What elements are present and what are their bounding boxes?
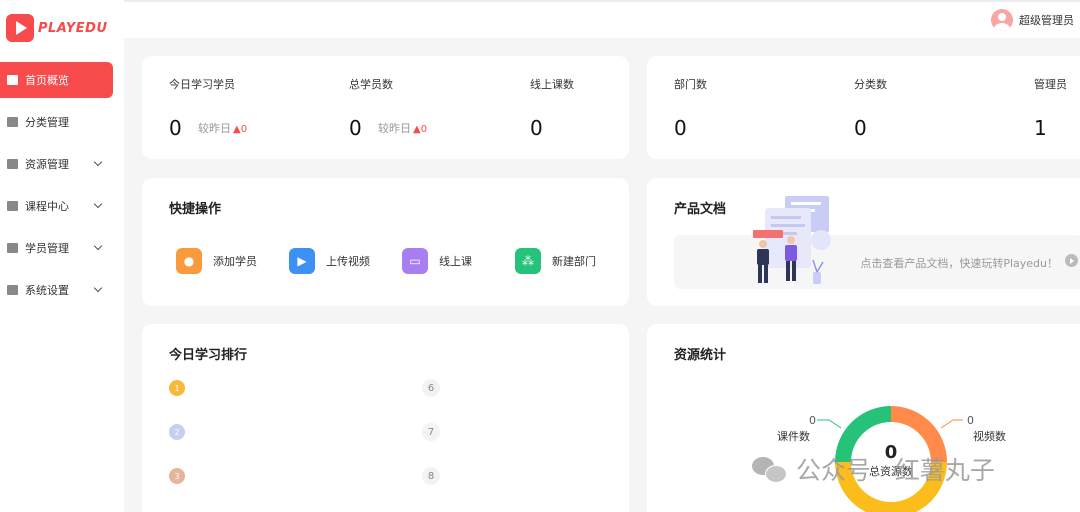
stat-label: 线上课数 — [530, 78, 574, 91]
stat-value: 0 — [854, 116, 867, 140]
sidebar-item-settings[interactable]: 系统设置 — [0, 272, 113, 308]
compare-label: 较昨日 — [378, 122, 411, 135]
logo[interactable]: PLAYEDU — [6, 14, 108, 42]
stat-admins: 管理员 1 — [1034, 76, 1067, 140]
stat-label: 总学员数 — [349, 78, 393, 91]
stats-card-learning: 今日学习学员 0 较昨日 ▲0 总学员数 0 较昨日 ▲0 线上课数 0 — [142, 56, 629, 159]
gold-medal-icon: 1 — [169, 380, 185, 396]
quick-action-new-department[interactable]: ⁂ 新建部门 — [515, 248, 596, 274]
screen-icon: ▭ — [402, 248, 428, 274]
logo-icon — [6, 14, 34, 42]
sidebar: PLAYEDU 首页概览 分类管理 资源管理 课程中心 学员管理 系统设置 — [0, 0, 124, 512]
ranking-row: 2 7 — [169, 422, 449, 442]
stat-departments: 部门数 0 — [674, 76, 707, 140]
resource-donut-chart: 0 课件数 0 视频数 0 总资源数 — [777, 406, 1006, 512]
quick-actions-card: 快捷操作 ● 添加学员 ▶ 上传视频 ▭ 线上课 ⁂ 新建部门 — [142, 178, 629, 306]
stat-value: 0 — [674, 116, 687, 140]
stat-total-students: 总学员数 0 较昨日 ▲0 — [349, 76, 427, 140]
delta-value: 0 — [240, 124, 248, 135]
quick-action-label: 添加学员 — [213, 255, 257, 268]
delta-up-icon: ▲ — [233, 124, 241, 135]
quick-action-add-student[interactable]: ● 添加学员 — [176, 248, 257, 274]
chevron-down-icon — [93, 157, 103, 167]
home-icon — [7, 75, 18, 85]
chevron-down-icon — [93, 283, 103, 293]
product-docs-card: 产品文档 点击查看产品文档，快速玩转Playedu！ — [647, 178, 1080, 306]
legend-value-video: 0 — [967, 414, 974, 427]
card-title: 产品文档 — [674, 202, 727, 217]
sidebar-item-students[interactable]: 学员管理 — [0, 230, 113, 266]
stat-today-students: 今日学习学员 0 较昨日 ▲0 — [169, 76, 247, 140]
wechat-icon — [752, 455, 788, 483]
rank-value: 8 — [422, 467, 440, 485]
stat-categories: 分类数 0 — [854, 76, 887, 140]
compare-label: 较昨日 — [198, 122, 231, 135]
logo-text: PLAYEDU — [38, 20, 108, 36]
stat-value: 0 — [530, 116, 543, 140]
sidebar-item-label: 学员管理 — [25, 242, 69, 255]
play-icon: ▶ — [289, 248, 315, 274]
user-menu[interactable]: 超级管理员 — [991, 9, 1074, 31]
stat-label: 分类数 — [854, 78, 887, 91]
org-tree-icon: ⁂ — [515, 248, 541, 274]
rank-value: 6 — [422, 379, 440, 397]
user-card-icon — [7, 243, 18, 253]
user-name[interactable]: 超级管理员 — [1019, 12, 1074, 28]
ranking-card: 今日学习排行 1 6 2 7 3 8 — [142, 324, 629, 512]
sidebar-item-resources[interactable]: 资源管理 — [0, 146, 113, 182]
settings-icon — [7, 285, 18, 295]
stats-card-org: 部门数 0 分类数 0 管理员 1 — [647, 56, 1080, 159]
stat-value: 0 — [349, 116, 362, 140]
folder-icon — [7, 159, 18, 169]
quick-action-label: 新建部门 — [552, 255, 596, 268]
sidebar-item-label: 系统设置 — [25, 284, 69, 297]
stat-compare: 较昨日 ▲0 — [198, 120, 247, 136]
legend-label-courseware: 课件数 — [777, 430, 810, 443]
delta-value: 0 — [420, 124, 428, 135]
watermark-text: 公众号 · 红薯丸子 — [796, 456, 995, 485]
sidebar-item-courses[interactable]: 课程中心 — [0, 188, 113, 224]
stat-value: 0 — [169, 116, 182, 140]
product-docs-text: 点击查看产品文档，快速玩转Playedu！ — [860, 257, 1058, 270]
stat-label: 部门数 — [674, 78, 707, 91]
legend-value-courseware: 0 — [809, 414, 816, 427]
delta-up-icon: ▲ — [413, 124, 421, 135]
sidebar-item-categories[interactable]: 分类管理 — [0, 104, 113, 140]
arrow-right-icon — [1065, 254, 1078, 267]
folder-tag-icon — [7, 117, 18, 127]
stat-online-courses: 线上课数 0 — [530, 76, 574, 140]
sidebar-item-label: 首页概览 — [25, 74, 69, 87]
quick-action-upload-video[interactable]: ▶ 上传视频 — [289, 248, 370, 274]
chevron-down-icon — [93, 241, 103, 251]
card-title: 快捷操作 — [169, 202, 222, 217]
stat-compare: 较昨日 ▲0 — [378, 120, 427, 136]
sidebar-menu: 首页概览 分类管理 资源管理 课程中心 学员管理 系统设置 — [0, 62, 124, 314]
stat-label: 管理员 — [1034, 78, 1067, 91]
legend-label-video: 视频数 — [973, 429, 1006, 443]
stat-label: 今日学习学员 — [169, 78, 235, 91]
product-docs-link[interactable]: 点击查看产品文档，快速玩转Playedu！ — [674, 235, 1080, 289]
card-title: 今日学习排行 — [169, 348, 248, 363]
bronze-medal-icon: 3 — [169, 468, 185, 484]
card-title: 资源统计 — [674, 348, 727, 363]
sidebar-item-label: 资源管理 — [25, 158, 69, 171]
ranking-row: 1 6 — [169, 378, 449, 398]
quick-action-label: 上传视频 — [326, 255, 370, 268]
user-add-icon: ● — [176, 248, 202, 274]
watermark: 公众号 · 红薯丸子 — [752, 451, 995, 487]
monitor-icon — [7, 201, 18, 211]
sidebar-item-label: 分类管理 — [25, 116, 69, 129]
ranking-row: 3 8 — [169, 466, 449, 486]
quick-action-online-course[interactable]: ▭ 线上课 — [402, 248, 472, 274]
top-header: 超级管理员 — [0, 0, 1080, 38]
rank-value: 7 — [422, 423, 440, 441]
quick-action-label: 线上课 — [439, 255, 472, 268]
docs-illustration — [753, 196, 831, 284]
sidebar-item-dashboard[interactable]: 首页概览 — [0, 62, 113, 98]
chevron-down-icon — [93, 199, 103, 209]
sidebar-item-label: 课程中心 — [25, 200, 69, 213]
avatar[interactable] — [991, 9, 1013, 31]
stat-value: 1 — [1034, 116, 1047, 140]
silver-medal-icon: 2 — [169, 424, 185, 440]
